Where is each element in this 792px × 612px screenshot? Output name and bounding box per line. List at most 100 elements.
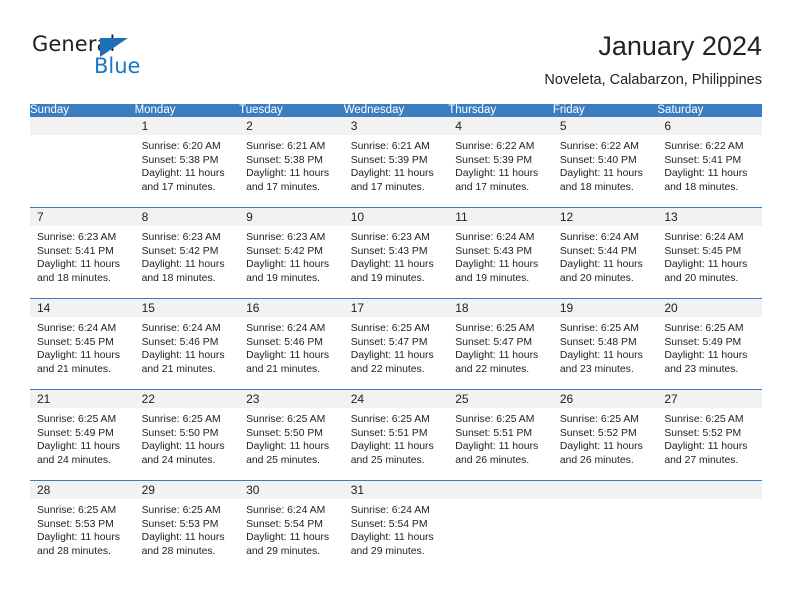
calendar-day-cell[interactable]: 17 Sunrise: 6:25 AM Sunset: 5:47 PM Dayligh… (343, 298, 449, 390)
day-details: Sunrise: 6:24 AM Sunset: 5:44 PM Daylight:… (553, 226, 658, 285)
calendar-day-cell[interactable]: 6 Sunrise: 6:22 AM Sunset: 5:41 PM Daylight… (657, 117, 762, 208)
calendar-day-cell[interactable]: 9 Sunrise: 6:23 AM Sunset: 5:42 PM Daylight… (239, 207, 344, 299)
weekday-header-saturday: Saturday (657, 104, 762, 117)
calendar-day-cell[interactable]: 1 Sunrise: 6:20 AM Sunset: 5:38 PM Daylight… (134, 117, 240, 208)
day-number: 25 (448, 390, 553, 408)
calendar-day-cell-empty (657, 480, 762, 571)
sunset-text: Sunset: 5:53 PM (37, 518, 114, 530)
daylight-text-line1: Daylight: 11 hours (455, 350, 539, 362)
day-number: 20 (657, 299, 762, 317)
page-header: General Blue January 2024 Noveleta, Cala… (30, 28, 762, 98)
daylight-text-line2: and 27 minutes. (664, 454, 739, 466)
daylight-text-line2: and 29 minutes. (246, 545, 321, 557)
day-details: Sunrise: 6:23 AM Sunset: 5:42 PM Daylight:… (239, 226, 344, 285)
calendar-day-cell[interactable]: 30 Sunrise: 6:24 AM Sunset: 5:54 PM Dayligh… (239, 480, 344, 571)
calendar-day-cell-empty (30, 117, 135, 208)
sunset-text: Sunset: 5:44 PM (559, 245, 637, 257)
calendar-day-cell[interactable]: 19 Sunrise: 6:25 AM Sunset: 5:48 PM Dayligh… (552, 298, 658, 390)
calendar-day-cell[interactable]: 12 Sunrise: 6:24 AM Sunset: 5:44 PM Dayligh… (552, 207, 658, 299)
sunset-text: Sunset: 5:51 PM (455, 427, 533, 439)
sunrise-text: Sunrise: 6:24 AM (664, 232, 744, 243)
calendar-day-cell[interactable]: 20 Sunrise: 6:25 AM Sunset: 5:49 PM Dayligh… (657, 298, 762, 390)
sunset-text: Sunset: 5:47 PM (350, 336, 428, 348)
sunrise-text: Sunrise: 6:25 AM (559, 414, 639, 425)
daylight-text-line2: and 22 minutes. (455, 363, 530, 375)
calendar-day-cell[interactable]: 11 Sunrise: 6:24 AM Sunset: 5:43 PM Dayligh… (448, 207, 553, 299)
calendar-day-cell[interactable]: 28 Sunrise: 6:25 AM Sunset: 5:53 PM Dayligh… (30, 480, 135, 571)
daylight-text-line2: and 18 minutes. (664, 181, 739, 193)
day-details (30, 135, 135, 140)
day-number (552, 481, 658, 499)
daylight-text-line2: and 19 minutes. (350, 272, 425, 284)
calendar-day-cell[interactable]: 24 Sunrise: 6:25 AM Sunset: 5:51 PM Dayligh… (343, 389, 449, 481)
day-number: 2 (239, 117, 344, 135)
calendar-day-cell[interactable]: 3 Sunrise: 6:21 AM Sunset: 5:39 PM Daylight… (343, 117, 449, 208)
daylight-text-line2: and 21 minutes. (37, 363, 111, 375)
day-details: Sunrise: 6:24 AM Sunset: 5:54 PM Daylight:… (239, 499, 344, 558)
calendar-day-cell[interactable]: 14 Sunrise: 6:24 AM Sunset: 5:45 PM Dayligh… (30, 298, 135, 390)
calendar-day-cell[interactable]: 8 Sunrise: 6:23 AM Sunset: 5:42 PM Daylight… (134, 207, 240, 299)
calendar-day-cell[interactable]: 26 Sunrise: 6:25 AM Sunset: 5:52 PM Dayligh… (552, 389, 658, 481)
day-details: Sunrise: 6:22 AM Sunset: 5:40 PM Daylight:… (553, 135, 658, 194)
daylight-text-line1: Daylight: 11 hours (455, 259, 539, 271)
page-subtitle: Noveleta, Calabarzon, Philippines (544, 72, 762, 88)
sunrise-text: Sunrise: 6:25 AM (141, 505, 221, 516)
daylight-text-line2: and 29 minutes. (350, 545, 425, 557)
calendar-day-cell[interactable]: 27 Sunrise: 6:25 AM Sunset: 5:52 PM Dayligh… (657, 389, 762, 481)
daylight-text-line1: Daylight: 11 hours (559, 259, 643, 271)
sunrise-text: Sunrise: 6:25 AM (246, 414, 326, 425)
calendar-week-row: 14 Sunrise: 6:24 AM Sunset: 5:45 PM Dayligh… (30, 298, 762, 390)
calendar-day-cell[interactable]: 2 Sunrise: 6:21 AM Sunset: 5:38 PM Daylight… (239, 117, 344, 208)
sunrise-text: Sunrise: 6:21 AM (350, 141, 430, 152)
daylight-text-line2: and 17 minutes. (455, 181, 530, 193)
day-number: 8 (134, 208, 240, 226)
daylight-text-line1: Daylight: 11 hours (141, 441, 225, 453)
daylight-text-line2: and 20 minutes. (664, 272, 739, 284)
daylight-text-line2: and 20 minutes. (559, 272, 634, 284)
calendar-day-cell[interactable]: 22 Sunrise: 6:25 AM Sunset: 5:50 PM Dayligh… (134, 389, 240, 481)
sunrise-text: Sunrise: 6:25 AM (455, 414, 535, 425)
day-details: Sunrise: 6:25 AM Sunset: 5:47 PM Daylight:… (344, 317, 449, 376)
calendar-day-cell[interactable]: 21 Sunrise: 6:25 AM Sunset: 5:49 PM Dayligh… (30, 389, 135, 481)
sunrise-text: Sunrise: 6:25 AM (350, 323, 430, 334)
day-details (553, 499, 658, 504)
daylight-text-line1: Daylight: 11 hours (37, 350, 120, 362)
day-details (657, 499, 762, 504)
day-details: Sunrise: 6:24 AM Sunset: 5:54 PM Daylight:… (344, 499, 449, 558)
sunset-text: Sunset: 5:38 PM (141, 154, 219, 166)
weekday-header-wednesday: Wednesday (343, 104, 449, 117)
sunset-text: Sunset: 5:49 PM (37, 427, 114, 439)
sunset-text: Sunset: 5:42 PM (141, 245, 219, 257)
weekday-header-friday: Friday (552, 104, 658, 117)
day-details: Sunrise: 6:25 AM Sunset: 5:49 PM Daylight:… (30, 408, 135, 467)
calendar-day-cell[interactable]: 16 Sunrise: 6:24 AM Sunset: 5:46 PM Dayligh… (239, 298, 344, 390)
sunrise-text: Sunrise: 6:25 AM (664, 414, 744, 425)
weekday-header-monday: Monday (134, 104, 240, 117)
calendar-day-cell[interactable]: 7 Sunrise: 6:23 AM Sunset: 5:41 PM Daylight… (30, 207, 135, 299)
daylight-text-line1: Daylight: 11 hours (246, 350, 330, 362)
calendar-day-cell[interactable]: 4 Sunrise: 6:22 AM Sunset: 5:39 PM Daylight… (448, 117, 553, 208)
day-number: 23 (239, 390, 344, 408)
daylight-text-line2: and 17 minutes. (350, 181, 425, 193)
calendar-day-cell[interactable]: 15 Sunrise: 6:24 AM Sunset: 5:46 PM Dayligh… (134, 298, 240, 390)
day-details: Sunrise: 6:24 AM Sunset: 5:46 PM Daylight:… (135, 317, 240, 376)
day-number: 1 (134, 117, 240, 135)
calendar-day-cell[interactable]: 23 Sunrise: 6:25 AM Sunset: 5:50 PM Dayligh… (239, 389, 344, 481)
day-number (30, 117, 135, 135)
daylight-text-line1: Daylight: 11 hours (246, 441, 330, 453)
calendar-day-cell[interactable]: 25 Sunrise: 6:25 AM Sunset: 5:51 PM Dayligh… (448, 389, 553, 481)
daylight-text-line1: Daylight: 11 hours (350, 168, 434, 180)
day-number (448, 481, 553, 499)
day-details: Sunrise: 6:21 AM Sunset: 5:39 PM Daylight:… (344, 135, 449, 194)
calendar-day-cell[interactable]: 10 Sunrise: 6:23 AM Sunset: 5:43 PM Dayligh… (343, 207, 449, 299)
sunset-text: Sunset: 5:39 PM (350, 154, 428, 166)
calendar-day-cell[interactable]: 29 Sunrise: 6:25 AM Sunset: 5:53 PM Dayligh… (134, 480, 240, 571)
sunrise-text: Sunrise: 6:25 AM (664, 323, 744, 334)
calendar-day-cell[interactable]: 31 Sunrise: 6:24 AM Sunset: 5:54 PM Dayligh… (343, 480, 449, 571)
sunrise-text: Sunrise: 6:22 AM (559, 141, 639, 152)
calendar-day-cell[interactable]: 5 Sunrise: 6:22 AM Sunset: 5:40 PM Daylight… (552, 117, 658, 208)
day-number: 31 (343, 481, 449, 499)
calendar-week-row: 28 Sunrise: 6:25 AM Sunset: 5:53 PM Dayligh… (30, 480, 762, 571)
calendar-day-cell[interactable]: 18 Sunrise: 6:25 AM Sunset: 5:47 PM Dayligh… (448, 298, 553, 390)
calendar-day-cell[interactable]: 13 Sunrise: 6:24 AM Sunset: 5:45 PM Dayligh… (657, 207, 762, 299)
